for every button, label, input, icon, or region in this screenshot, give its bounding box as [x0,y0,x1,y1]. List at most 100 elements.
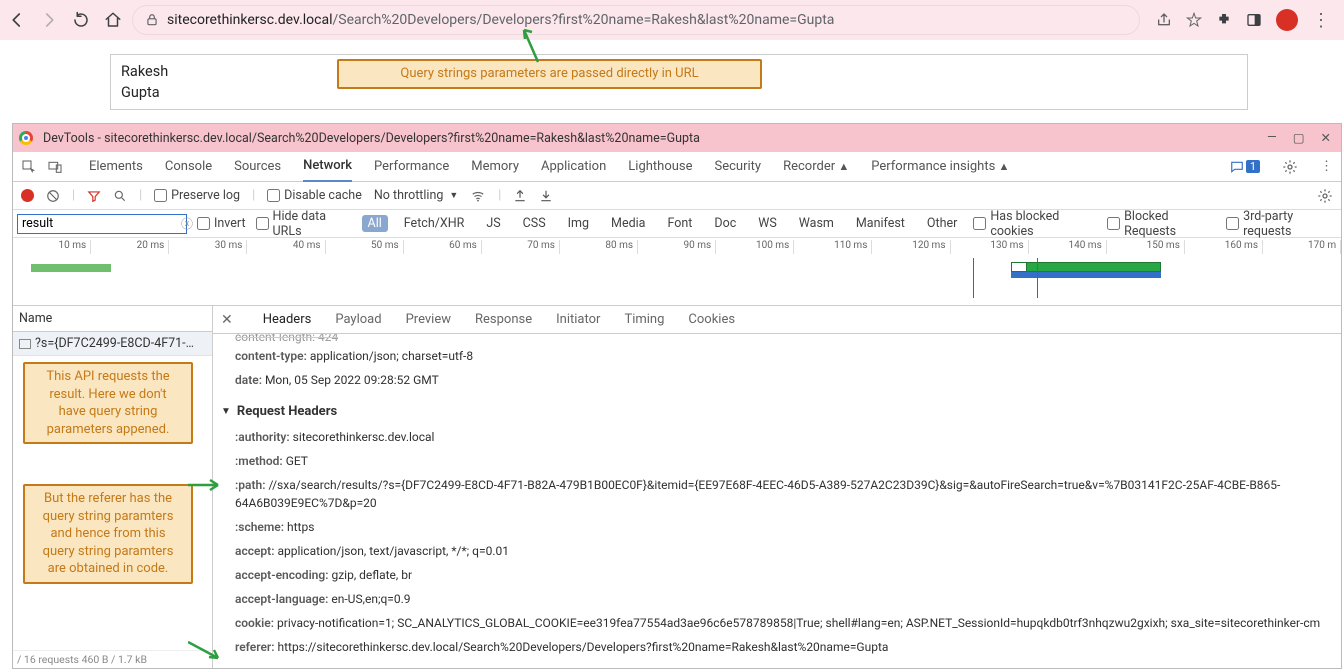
throttling-select[interactable]: No throttling ▼ [374,188,458,203]
type-fetchxhr[interactable]: Fetch/XHR [398,215,471,232]
tab-elements[interactable]: Elements [89,152,143,181]
clear-filter-icon[interactable]: ⓧ [181,215,193,232]
inspect-element-icon[interactable] [21,159,37,175]
timeline-bar-1 [31,264,111,272]
third-party-checkbox[interactable]: 3rd-party requests [1226,209,1337,239]
dtab-preview[interactable]: Preview [406,306,451,333]
request-headers-section[interactable]: ▼Request Headers [221,392,1333,425]
timeline-marker-blue [973,258,974,298]
preserve-log-checkbox[interactable]: Preserve log [154,188,240,203]
request-row[interactable]: ?s={DF7C2499-E8CD-4F71-… [13,332,212,356]
annotation-mid: This API requests the result. Here we do… [23,362,193,444]
tab-console[interactable]: Console [165,152,212,181]
filter-icon[interactable] [87,189,101,203]
detail-tabs: ✕ Headers Payload Preview Response Initi… [213,306,1341,334]
tab-perf-insights[interactable]: Performance insights ▲ [871,152,1009,181]
path-line: :path: //sxa/search/results/?s={DF7C2499… [221,473,1333,515]
type-js[interactable]: JS [480,215,506,232]
back-button[interactable] [8,11,26,29]
dtab-headers[interactable]: Headers [263,306,312,333]
download-icon[interactable] [539,189,553,203]
avatar[interactable] [1276,9,1298,31]
accept-line: accept: application/json, text/javascrip… [221,539,1333,563]
settings-icon[interactable] [1282,159,1298,175]
type-all[interactable]: All [362,215,388,232]
tab-security[interactable]: Security [715,152,762,181]
address-bar[interactable]: sitecorethinkersc.dev.local/Search%20Dev… [132,5,1140,35]
menu-icon[interactable]: ⋮ [1312,16,1330,25]
dtab-cookies[interactable]: Cookies [688,306,735,333]
hide-data-urls-checkbox[interactable]: Hide data URLs [256,209,352,239]
messages-badge[interactable]: 1 [1230,159,1260,174]
wifi-icon[interactable] [470,189,486,203]
timeline-bar-2b [1011,272,1161,278]
close-button[interactable]: ✕ [1321,130,1331,146]
dtab-timing[interactable]: Timing [624,306,664,333]
request-list: Name ?s={DF7C2499-E8CD-4F71-… This API r… [13,306,213,668]
dtab-payload[interactable]: Payload [335,306,381,333]
request-footer: / 16 requests 460 B / 1.7 kB [13,650,212,668]
type-font[interactable]: Font [661,215,698,232]
dtab-response[interactable]: Response [475,306,532,333]
tab-memory[interactable]: Memory [471,152,519,181]
authority-line: :authority: sitecorethinkersc.dev.local [221,425,1333,449]
reload-button[interactable] [72,11,90,29]
more-icon[interactable]: ⋮ [1320,159,1333,174]
type-doc[interactable]: Doc [708,215,742,232]
upload-icon[interactable] [513,189,527,203]
devtools-titlebar[interactable]: DevTools - sitecorethinkersc.dev.local/S… [13,124,1341,152]
type-css[interactable]: CSS [517,215,552,232]
invert-checkbox[interactable]: Invert [197,216,246,231]
sidepanel-icon[interactable] [1246,12,1262,28]
extensions-icon[interactable] [1216,12,1232,28]
lock-icon [145,13,159,27]
forward-button[interactable] [40,11,58,29]
type-other[interactable]: Other [921,215,963,232]
tab-recorder[interactable]: Recorder ▲ [783,152,849,181]
network-toolbar: | | Preserve log | Disable cache No thro… [13,182,1341,210]
tab-lighthouse[interactable]: Lighthouse [628,152,692,181]
blocked-requests-checkbox[interactable]: Blocked Requests [1107,209,1216,239]
network-body: Name ?s={DF7C2499-E8CD-4F71-… This API r… [13,306,1341,668]
browser-toolbar: sitecorethinkersc.dev.local/Search%20Dev… [0,0,1344,40]
tab-network[interactable]: Network [303,151,352,182]
column-name[interactable]: Name [13,306,212,332]
filter-input[interactable]: ⓧ [17,214,187,234]
type-manifest[interactable]: Manifest [850,215,911,232]
record-button[interactable] [21,189,34,202]
tab-sources[interactable]: Sources [234,152,281,181]
type-wasm[interactable]: Wasm [793,215,840,232]
timeline-bar-2-start [1011,262,1027,272]
headers-body[interactable]: content-length: 424 content-type: applic… [213,334,1341,668]
maximize-button[interactable]: ▢ [1293,130,1305,146]
bookmark-icon[interactable] [1186,12,1202,28]
tab-performance[interactable]: Performance [374,152,449,181]
cookie-line: cookie: privacy-notification=1; SC_ANALY… [221,611,1333,635]
close-detail-icon[interactable]: ✕ [221,312,233,328]
annotation-bot: But the referer has the query string par… [23,484,193,584]
disable-cache-checkbox[interactable]: Disable cache [267,188,362,203]
filter-text[interactable] [22,216,181,231]
window-buttons: — ▢ ✕ [1267,130,1335,146]
dtab-initiator[interactable]: Initiator [556,306,600,333]
accept-encoding-line: accept-encoding: gzip, deflate, br [221,563,1333,587]
home-button[interactable] [104,11,122,29]
network-settings-icon[interactable] [1317,188,1333,204]
timeline-marker-red [1037,258,1038,298]
timeline[interactable]: 10 ms20 ms30 ms40 ms50 ms60 ms70 ms80 ms… [13,238,1341,306]
annotation-top: Query strings parameters are passed dire… [337,59,762,89]
minimize-button[interactable]: — [1267,130,1277,146]
type-ws[interactable]: WS [752,215,783,232]
page-content: Rakesh Gupta Query strings parameters ar… [0,40,1344,118]
device-toggle-icon[interactable] [47,159,63,175]
tab-application[interactable]: Application [541,152,606,181]
type-img[interactable]: Img [562,215,595,232]
share-icon[interactable] [1156,12,1172,28]
type-media[interactable]: Media [605,215,651,232]
detail-pane: ✕ Headers Payload Preview Response Initi… [213,306,1341,668]
clear-button[interactable] [46,189,60,203]
search-icon[interactable] [113,189,127,203]
content-type-line: content-type: application/json; charset=… [221,344,1333,368]
has-blocked-checkbox[interactable]: Has blocked cookies [973,209,1097,239]
devtools-tabs: Elements Console Sources Network Perform… [13,152,1341,182]
